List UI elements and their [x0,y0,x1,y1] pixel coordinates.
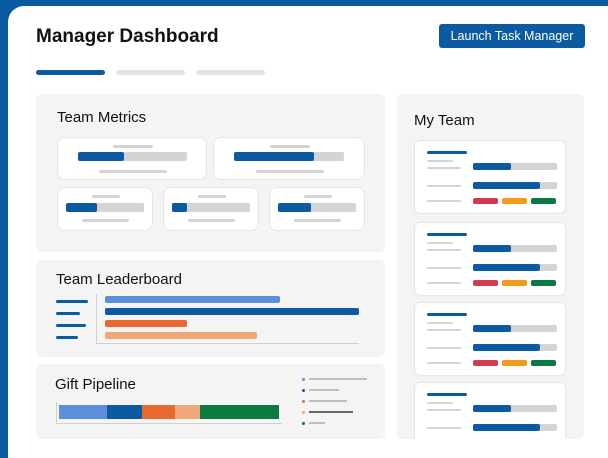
metric-label-placeholder [427,427,461,429]
leaderboard-bar [105,296,280,303]
member-sub-line [427,242,453,244]
launch-task-manager-button[interactable]: Launch Task Manager [439,24,585,48]
team-member-card[interactable] [414,140,566,214]
metric-value-placeholder [99,170,167,173]
my-team-title: My Team [414,112,475,129]
tab-3[interactable] [196,70,265,75]
team-leaderboard-panel: Team Leaderboard [36,260,385,357]
my-team-panel: My Team [397,94,584,439]
gift-pipeline-title: Gift Pipeline [55,376,136,393]
pipeline-segment [142,405,175,419]
tab-2[interactable] [116,70,185,75]
metric-label-placeholder [427,329,461,331]
team-member-card[interactable] [414,302,566,376]
metric-card[interactable] [57,187,153,231]
metric-card[interactable] [213,137,365,180]
member-sub-line [427,402,453,404]
status-pill-green [531,360,556,366]
status-pill-green [531,280,556,286]
metric-label-placeholder [427,249,461,251]
page-title: Manager Dashboard [36,26,219,47]
member-fill [473,325,511,332]
pipeline-segment [175,405,200,419]
status-pill-red [473,198,498,204]
metric-label-placeholder [270,145,310,148]
team-metrics-panel: Team Metrics [36,94,385,252]
metric-fill [278,203,311,212]
dashboard-frame: Manager Dashboard Launch Task Manager Te… [8,6,608,458]
metric-label-placeholder [427,167,461,169]
member-fill [473,405,511,412]
status-pill-amber [502,360,527,366]
metric-label-placeholder [427,362,461,364]
pipeline-segment [200,405,279,419]
metric-label-placeholder [92,195,120,198]
metric-label-placeholder [427,409,461,411]
pipeline-segment [107,405,142,419]
metric-label-placeholder [198,195,226,198]
team-leaderboard-title: Team Leaderboard [56,271,182,288]
member-sub-line [427,322,453,324]
pipeline-segment [59,405,107,419]
member-fill [473,344,540,351]
metric-card[interactable] [269,187,365,231]
member-name-line [427,233,467,236]
metric-value-placeholder [256,170,324,173]
member-fill [473,424,540,431]
member-fill [473,264,540,271]
tab-1[interactable] [36,70,105,75]
leaderboard-bar [105,320,187,327]
metric-card[interactable] [57,137,207,180]
member-name-line [427,151,467,154]
pipeline-legend [302,378,372,434]
member-fill [473,182,540,189]
member-name-line [427,313,467,316]
metric-value-placeholder [82,219,129,222]
member-name-line [427,393,467,396]
status-pill-amber [502,280,527,286]
status-pill-green [531,198,556,204]
metric-label-placeholder [304,195,332,198]
metric-label-placeholder [427,185,461,187]
list-icon [56,300,96,340]
status-pill-red [473,360,498,366]
metric-label-placeholder [427,267,461,269]
member-sub-line [427,160,453,162]
metric-fill [78,152,124,161]
team-member-card[interactable] [414,222,566,296]
member-fill [473,163,511,170]
leaderboard-bar [105,332,257,339]
metric-card[interactable] [163,187,259,231]
metric-value-placeholder [294,219,341,222]
metric-fill [234,152,314,161]
metric-label-placeholder [427,347,461,349]
metric-fill [66,203,97,212]
metric-label-placeholder [427,282,461,284]
status-pill-red [473,280,498,286]
gift-pipeline-panel: Gift Pipeline [36,364,385,439]
member-fill [473,245,511,252]
team-member-card[interactable] [414,382,566,439]
metric-label-placeholder [427,200,461,202]
status-pill-amber [502,198,527,204]
metric-value-placeholder [188,219,235,222]
leaderboard-bar [105,308,359,315]
metric-label-placeholder [113,145,153,148]
team-metrics-title: Team Metrics [57,109,147,126]
metric-fill [172,203,187,212]
